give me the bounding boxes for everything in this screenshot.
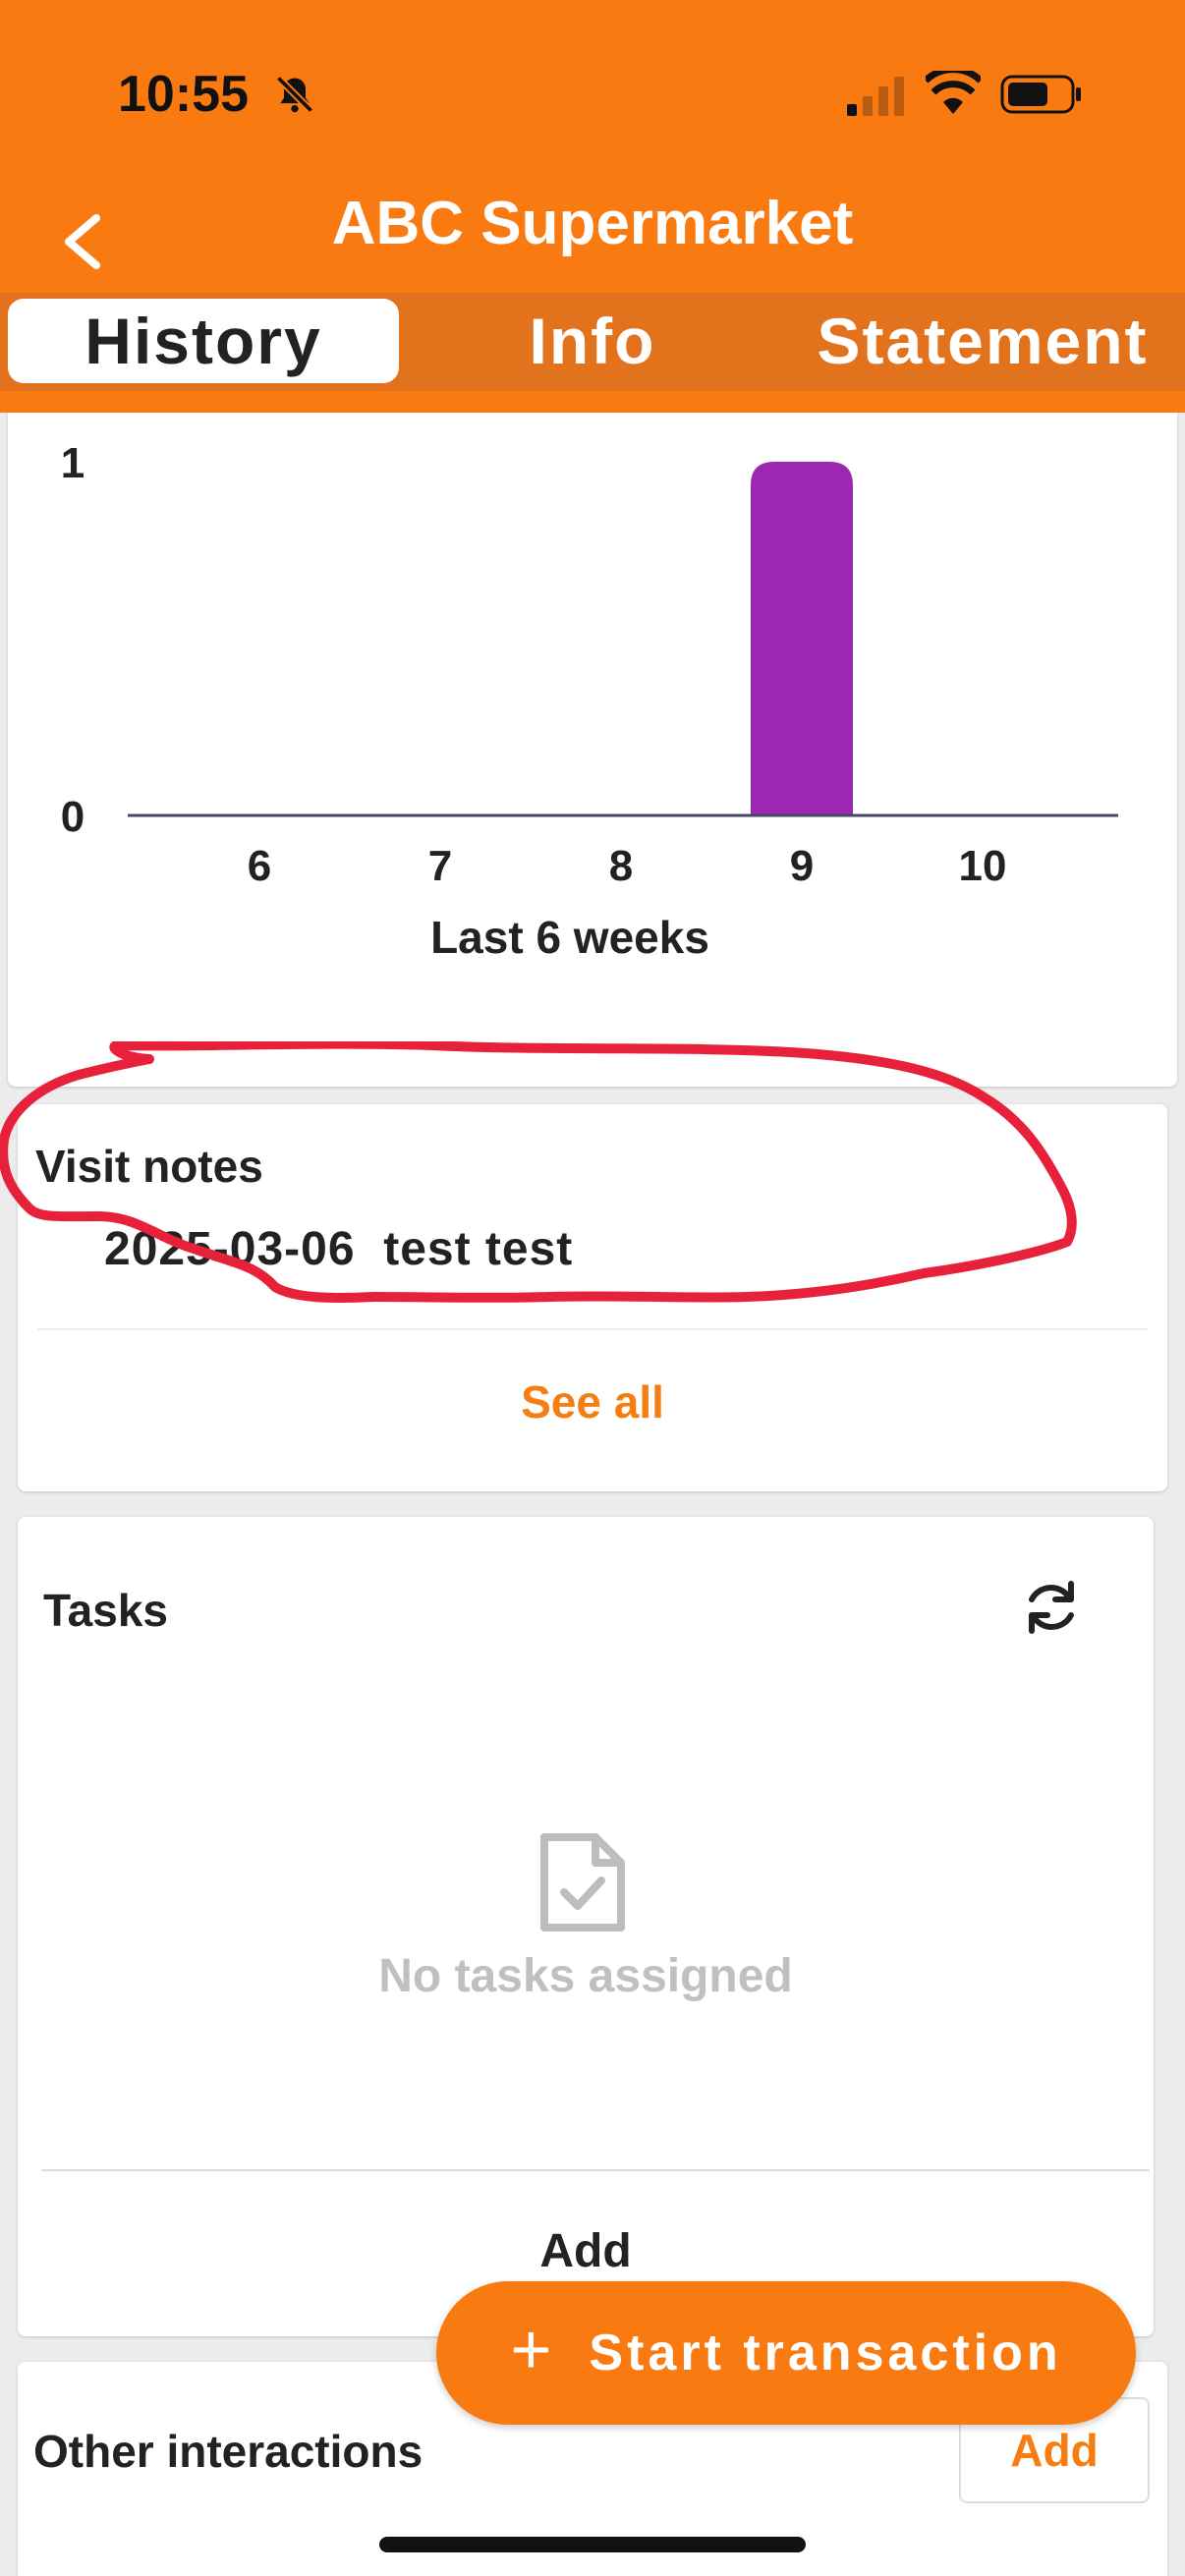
x-tick-label: 7 [428, 842, 452, 890]
visit-note-entry[interactable]: 2025-03-06 test test [104, 1222, 573, 1276]
start-transaction-label: Start transaction [589, 2324, 1062, 2381]
x-axis-label: Last 6 weeks [430, 912, 709, 963]
visit-notes-card: Visit notes 2025-03-06 test test See all [18, 1104, 1167, 1491]
tab-bar: History Info Statement [0, 293, 1185, 391]
x-tick-label: 9 [790, 842, 814, 890]
bell-muted-icon [273, 73, 316, 121]
divider [41, 2169, 1150, 2171]
page-title: ABC Supermarket [331, 190, 854, 257]
x-tick-label: 6 [248, 842, 271, 890]
cellular-signal-icon [847, 77, 906, 121]
other-interactions-title: Other interactions [33, 2426, 423, 2477]
y-tick-label: 0 [61, 793, 85, 841]
visit-note-date: 2025-03-06 [104, 1223, 356, 1275]
tab-statement[interactable]: Statement [786, 299, 1179, 383]
x-tick-label: 10 [959, 842, 1007, 890]
weekly-bar-chart: 0 1 6 7 8 9 10 Last 6 weeks [61, 439, 1118, 963]
status-time: 10:55 [118, 66, 249, 123]
start-transaction-button[interactable]: + Start transaction [436, 2281, 1136, 2425]
no-tasks-message: No tasks assigned [378, 1950, 793, 2002]
x-tick-label: 8 [609, 842, 633, 890]
document-check-icon [538, 1831, 627, 1938]
battery-icon [1000, 73, 1083, 121]
see-all-link[interactable]: See all [18, 1375, 1167, 1428]
y-tick-label: 1 [61, 439, 85, 487]
plus-icon: + [510, 2311, 556, 2389]
chart-bar [751, 462, 853, 815]
tasks-title: Tasks [43, 1585, 169, 1636]
tab-history[interactable]: History [8, 299, 399, 383]
home-indicator [379, 2537, 806, 2552]
tab-info[interactable]: Info [432, 299, 753, 383]
divider [37, 1328, 1148, 1330]
refresh-icon[interactable] [1020, 1576, 1083, 1644]
visit-notes-title: Visit notes [35, 1141, 263, 1192]
wifi-icon [923, 66, 984, 119]
add-task-button[interactable]: Add [18, 2224, 1154, 2278]
history-chart-card: 0 1 6 7 8 9 10 Last 6 weeks [8, 413, 1177, 1087]
visit-note-text: test test [383, 1223, 574, 1275]
app-header: 10:55 ABC Supermarket History Info State… [0, 0, 1185, 413]
tasks-card: Tasks No tasks assigned Add [18, 1517, 1154, 2336]
